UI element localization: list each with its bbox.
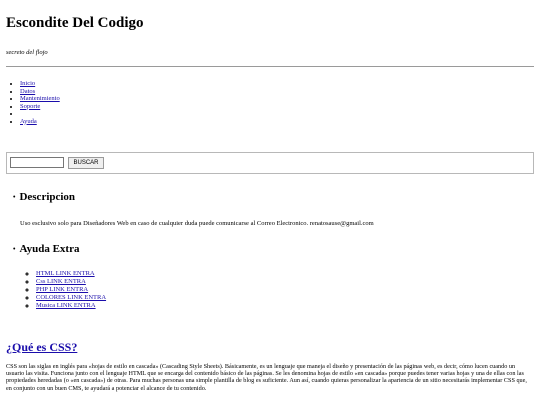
ayuda-extra-heading: • Ayuda Extra bbox=[13, 243, 79, 255]
list-item: PHP LINK ENTRA bbox=[36, 286, 106, 294]
menu-item-ayuda: Ayuda bbox=[20, 118, 60, 126]
bullet-icon: • bbox=[13, 193, 16, 201]
descripcion-text: Uso esclusivo solo para Diseñadores Web … bbox=[20, 220, 374, 227]
php-link[interactable]: PHP LINK ENTRA bbox=[36, 286, 88, 293]
main-menu: Inicio Datos Mantenimiento Soporte Ayuda bbox=[9, 80, 60, 125]
descripcion-heading: • Descripcion bbox=[13, 191, 75, 203]
menu-link-mantenimiento[interactable]: Mantenimiento bbox=[20, 95, 60, 102]
css-section-text: CSS son las siglas en inglés para «hojas… bbox=[6, 363, 527, 392]
ayuda-extra-heading-label: Ayuda Extra bbox=[19, 243, 80, 255]
search-bar: BUSCAR bbox=[6, 152, 534, 174]
list-item: COLORES LINK ENTRA bbox=[36, 294, 106, 302]
ayuda-extra-links: HTML LINK ENTRA Css LINK ENTRA PHP LINK … bbox=[27, 270, 106, 310]
musica-link[interactable]: Musica LINK ENTRA bbox=[36, 302, 96, 309]
menu-link-datos[interactable]: Datos bbox=[20, 88, 35, 95]
search-input[interactable] bbox=[10, 157, 64, 168]
menu-link-ayuda[interactable]: Ayuda bbox=[20, 118, 37, 125]
menu-item-inicio: Inicio bbox=[20, 80, 60, 88]
menu-item-mantenimiento: Mantenimiento bbox=[20, 95, 60, 103]
bullet-icon: • bbox=[13, 245, 16, 253]
menu-link-soporte[interactable]: Soporte bbox=[20, 103, 40, 110]
site-tagline: secreto del flojo bbox=[6, 49, 48, 56]
header-divider bbox=[6, 66, 534, 67]
css-link[interactable]: Css LINK ENTRA bbox=[36, 278, 86, 285]
search-button[interactable]: BUSCAR bbox=[68, 157, 104, 169]
css-section-title-link[interactable]: ¿Qué es CSS? bbox=[6, 340, 77, 354]
site-title: Escondite Del Codigo bbox=[6, 15, 144, 31]
descripcion-heading-label: Descripcion bbox=[19, 191, 76, 203]
menu-item-datos: Datos bbox=[20, 88, 60, 96]
list-item: Css LINK ENTRA bbox=[36, 278, 106, 286]
menu-link-inicio[interactable]: Inicio bbox=[20, 80, 35, 87]
menu-item-soporte: Soporte bbox=[20, 103, 60, 111]
css-section-heading: ¿Qué es CSS? bbox=[6, 340, 77, 355]
list-item: HTML LINK ENTRA bbox=[36, 270, 106, 278]
html-link[interactable]: HTML LINK ENTRA bbox=[36, 270, 95, 277]
list-item: Musica LINK ENTRA bbox=[36, 302, 106, 310]
colores-link[interactable]: COLORES LINK ENTRA bbox=[36, 294, 106, 301]
menu-item-empty bbox=[20, 110, 60, 118]
